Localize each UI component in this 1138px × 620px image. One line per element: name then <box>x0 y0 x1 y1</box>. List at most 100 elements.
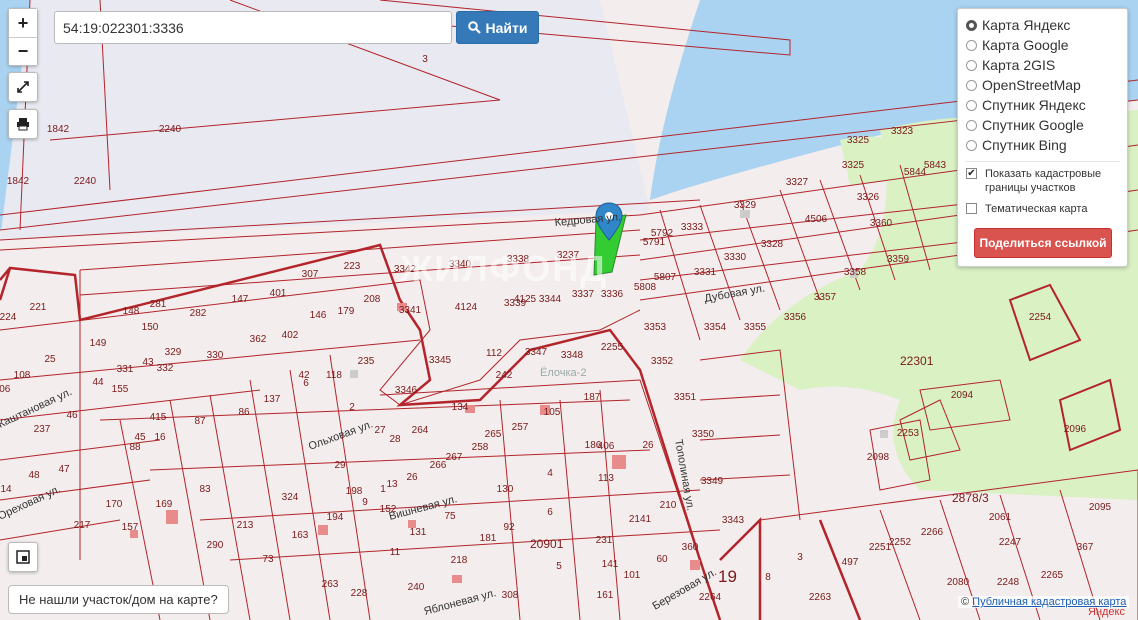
parcel-number-label: 170 <box>106 499 123 510</box>
parcel-number-label: 3352 <box>651 356 674 367</box>
parcel-number-label: 2265 <box>1041 570 1064 581</box>
printer-icon <box>17 118 29 131</box>
parcel-number-label: 198 <box>346 486 363 497</box>
parcel-number-label: 11 <box>390 547 401 558</box>
zoom-out-button[interactable]: − <box>9 37 37 65</box>
parcel-number-label: 3 <box>797 552 803 563</box>
parcel-number-label: 141 <box>602 559 619 570</box>
parcel-number-label: 5807 <box>654 272 677 283</box>
parcel-number-label: 402 <box>282 330 299 341</box>
parcel-number-label: 3327 <box>786 177 809 188</box>
print-button[interactable] <box>8 109 38 139</box>
parcel-number-label: 3350 <box>692 429 715 440</box>
cadastral-block-label: 22301 <box>900 354 934 368</box>
parcel-number-label: 3344 <box>539 294 562 305</box>
parcel-number-label: 2141 <box>629 514 652 525</box>
parcel-number-label: 362 <box>250 334 267 345</box>
parcel-number-label: 237 <box>34 424 51 435</box>
parcel-number-label: 42 <box>298 370 310 381</box>
parcel-number-label: 3347 <box>525 347 548 358</box>
layer-option[interactable]: Спутник Google <box>966 115 1084 135</box>
parcel-number-label: 150 <box>142 322 159 333</box>
parcel-number-label: 137 <box>264 394 281 405</box>
parcel-number-label: 1842 <box>47 124 70 135</box>
attribution-link[interactable]: Публичная кадастровая карта <box>972 596 1126 608</box>
not-found-button[interactable]: Не нашли участок/дом на карте? <box>8 585 229 614</box>
layer-option-label: Карта Яндекс <box>982 17 1071 33</box>
share-link-button[interactable]: Поделиться ссылкой <box>974 228 1112 258</box>
parcel-number-label: 152 <box>380 504 397 515</box>
checkbox-checked-icon: ✔ <box>966 168 977 179</box>
layer-option[interactable]: Карта Google <box>966 35 1069 55</box>
parcel-number-label: 13 <box>386 479 398 490</box>
layer-option-label: Карта 2GIS <box>982 57 1056 73</box>
parcel-number-label: 2061 <box>989 512 1012 523</box>
layer-option[interactable]: Карта 2GIS <box>966 55 1055 75</box>
thematic-checkbox[interactable]: Тематическая карта <box>966 202 1087 216</box>
parcel-number-label: 3341 <box>399 305 422 316</box>
parcel-number-label: 242 <box>496 370 513 381</box>
parcel-number-label: 2247 <box>999 537 1022 548</box>
parcel-number-label: 2098 <box>867 452 890 463</box>
parcel-number-label: 332 <box>157 363 174 374</box>
parcel-number-label: 3336 <box>601 289 624 300</box>
radio-icon <box>966 39 977 51</box>
parcel-number-label: 324 <box>282 492 299 503</box>
layer-option[interactable]: Карта Яндекс <box>966 15 1070 35</box>
cadastral-checkbox[interactable]: ✔ Показать кадастровые границы участков <box>966 167 1122 195</box>
parcel-number-label: 47 <box>58 464 70 475</box>
layer-option-label: OpenStreetMap <box>982 77 1081 93</box>
parcel-number-label: 108 <box>14 370 31 381</box>
parcel-number-label: 3328 <box>761 239 784 250</box>
parcel-number-label: 2240 <box>74 176 97 187</box>
parcel-number-label: 258 <box>472 442 489 453</box>
watermark: ЖИЛФОНД <box>400 248 609 289</box>
parcel-number-label: 3343 <box>722 515 745 526</box>
radio-icon <box>966 59 977 71</box>
zoom-in-button[interactable]: + <box>9 9 37 37</box>
parcel-number-label: 235 <box>358 356 375 367</box>
parcel-number-label: 3348 <box>561 350 584 361</box>
parcel-number-label: 265 <box>485 429 502 440</box>
parcel-number-label: 3326 <box>857 192 880 203</box>
layer-option-label: Спутник Bing <box>982 137 1067 153</box>
fullscreen-button[interactable] <box>8 72 38 102</box>
parcel-number-label: 2094 <box>951 390 974 401</box>
parcel-number-label: 3349 <box>701 476 724 487</box>
radio-icon <box>966 119 977 131</box>
parcel-number-label: 3351 <box>674 392 697 403</box>
parcel-number-label: 75 <box>444 511 456 522</box>
parcel-number-label: 2080 <box>947 577 970 588</box>
parcel-number-label: 3356 <box>784 312 807 323</box>
parcel-number-label: 43 <box>142 357 154 368</box>
legend-button[interactable] <box>8 542 38 572</box>
parcel-number-label: 266 <box>430 460 447 471</box>
parcel-number-label: 224 <box>0 312 17 323</box>
parcel-number-label: 88 <box>129 442 141 453</box>
parcel-number-label: 208 <box>364 294 381 305</box>
parcel-number-label: 2096 <box>1064 424 1087 435</box>
parcel-number-label: 5808 <box>634 282 657 293</box>
parcel-number-label: 3333 <box>681 222 704 233</box>
parcel-number-label: 2 <box>349 402 355 413</box>
parcel-number-label: 2266 <box>921 527 944 538</box>
parcel-number-label: 218 <box>451 555 468 566</box>
parcel-number-label: 213 <box>237 520 254 531</box>
search-button[interactable]: Найти <box>456 11 539 44</box>
parcel-number-label: 257 <box>512 422 529 433</box>
parcel-number-label: 415 <box>150 412 167 423</box>
parcel-number-label: 48 <box>28 470 40 481</box>
cadastral-block-label: 20901 <box>530 537 564 551</box>
layer-option[interactable]: OpenStreetMap <box>966 75 1081 95</box>
parcel-number-label: 3355 <box>744 322 767 333</box>
parcel-number-label: 2253 <box>897 428 920 439</box>
parcel-number-label: 3357 <box>814 292 837 303</box>
layer-option[interactable]: Спутник Яндекс <box>966 95 1086 115</box>
search-input[interactable]: 54:19:022301:3336 <box>54 11 452 44</box>
layer-option[interactable]: Спутник Bing <box>966 135 1067 155</box>
parcel-number-label: 223 <box>344 261 361 272</box>
parcel-number-label: 2263 <box>809 592 832 603</box>
parcel-number-label: 148 <box>123 306 140 317</box>
parcel-number-label: 106 <box>0 384 11 395</box>
parcel-number-label: 264 <box>412 425 429 436</box>
